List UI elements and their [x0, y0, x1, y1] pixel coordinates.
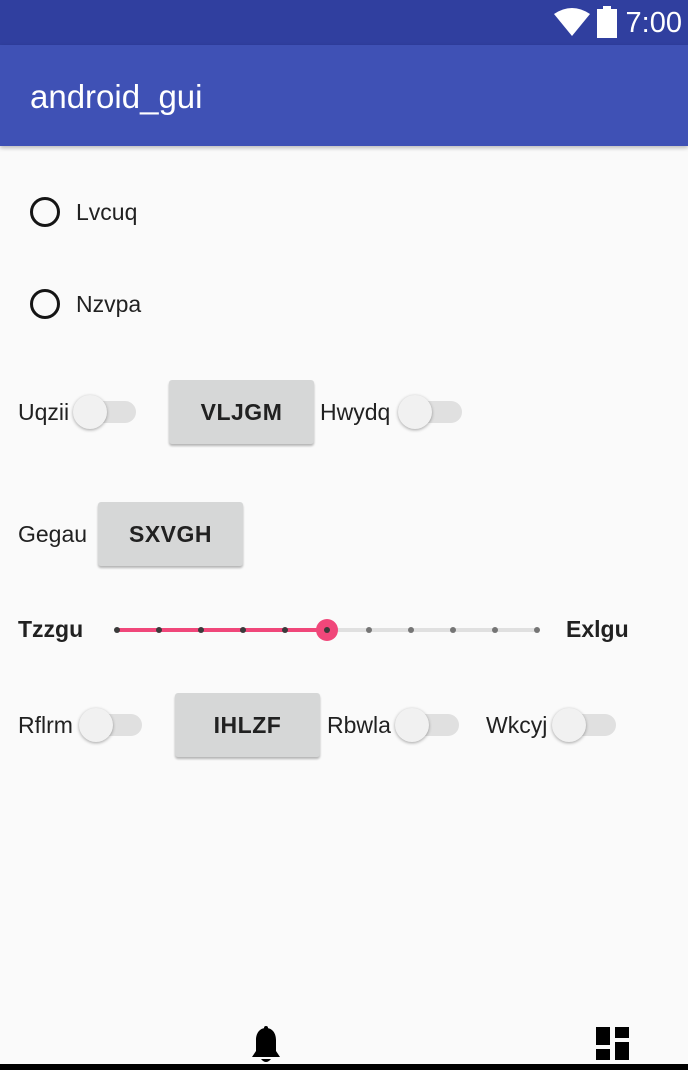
sxvgh-button[interactable]: SXVGH — [98, 502, 243, 566]
battery-icon — [597, 6, 617, 38]
slider-tick — [240, 627, 246, 633]
app-title: android_gui — [30, 78, 203, 115]
vljgm-button[interactable]: VLJGM — [169, 380, 314, 444]
switch-thumb[interactable] — [395, 708, 429, 742]
switch-label: Rflrm — [18, 712, 73, 738]
switch-thumb[interactable] — [79, 708, 113, 742]
discrete-slider[interactable] — [100, 610, 560, 650]
switch-thumb[interactable] — [73, 395, 107, 429]
switch-thumb[interactable] — [398, 395, 432, 429]
slider-thumb-tick — [324, 627, 330, 633]
radio-button[interactable] — [30, 289, 60, 319]
bell-icon[interactable] — [250, 1026, 282, 1064]
dashboard-icon[interactable] — [596, 1027, 629, 1060]
radio-label: Lvcuq — [76, 199, 138, 225]
radio-label: Nzvpa — [76, 291, 142, 317]
app-bar: android_gui — [0, 45, 688, 146]
slider-tick — [114, 627, 120, 633]
switch-label: Hwydq — [320, 399, 391, 425]
switch-label: Rbwla — [327, 712, 391, 738]
slider-tick — [156, 627, 162, 633]
slider-tick — [534, 627, 540, 633]
slider-tick — [198, 627, 204, 633]
slider-tick — [408, 627, 414, 633]
gegau-label: Gegau — [18, 521, 88, 547]
radio-button[interactable] — [30, 197, 60, 227]
slider-tick — [492, 627, 498, 633]
wifi-icon — [554, 8, 590, 36]
slider-tick — [450, 627, 456, 633]
switch-thumb[interactable] — [552, 708, 586, 742]
switch-label: Uqzii — [18, 399, 70, 425]
status-bar: 7:00 — [0, 0, 688, 45]
radio-option-2[interactable]: Nzvpa — [26, 286, 156, 326]
slider-start-label: Tzzgu — [18, 616, 84, 642]
slider-end-label: Exlgu — [566, 616, 629, 642]
switch-hwydq[interactable]: Hwydq — [320, 392, 465, 432]
switch-rbwla[interactable]: Rbwla — [327, 705, 463, 745]
bottom-edge — [0, 1064, 688, 1070]
switch-uqzii[interactable]: Uqzii — [18, 392, 140, 432]
slider-tick — [366, 627, 372, 633]
switch-label: Wkcyj — [486, 712, 548, 738]
radio-option-1[interactable]: Lvcuq — [26, 194, 156, 234]
status-time: 7:00 — [625, 7, 682, 39]
slider-tick — [282, 627, 288, 633]
switch-rflrm[interactable]: Rflrm — [18, 705, 146, 745]
ihlzf-button[interactable]: IHLZF — [175, 693, 320, 757]
switch-wkcyj[interactable]: Wkcyj — [486, 705, 620, 745]
